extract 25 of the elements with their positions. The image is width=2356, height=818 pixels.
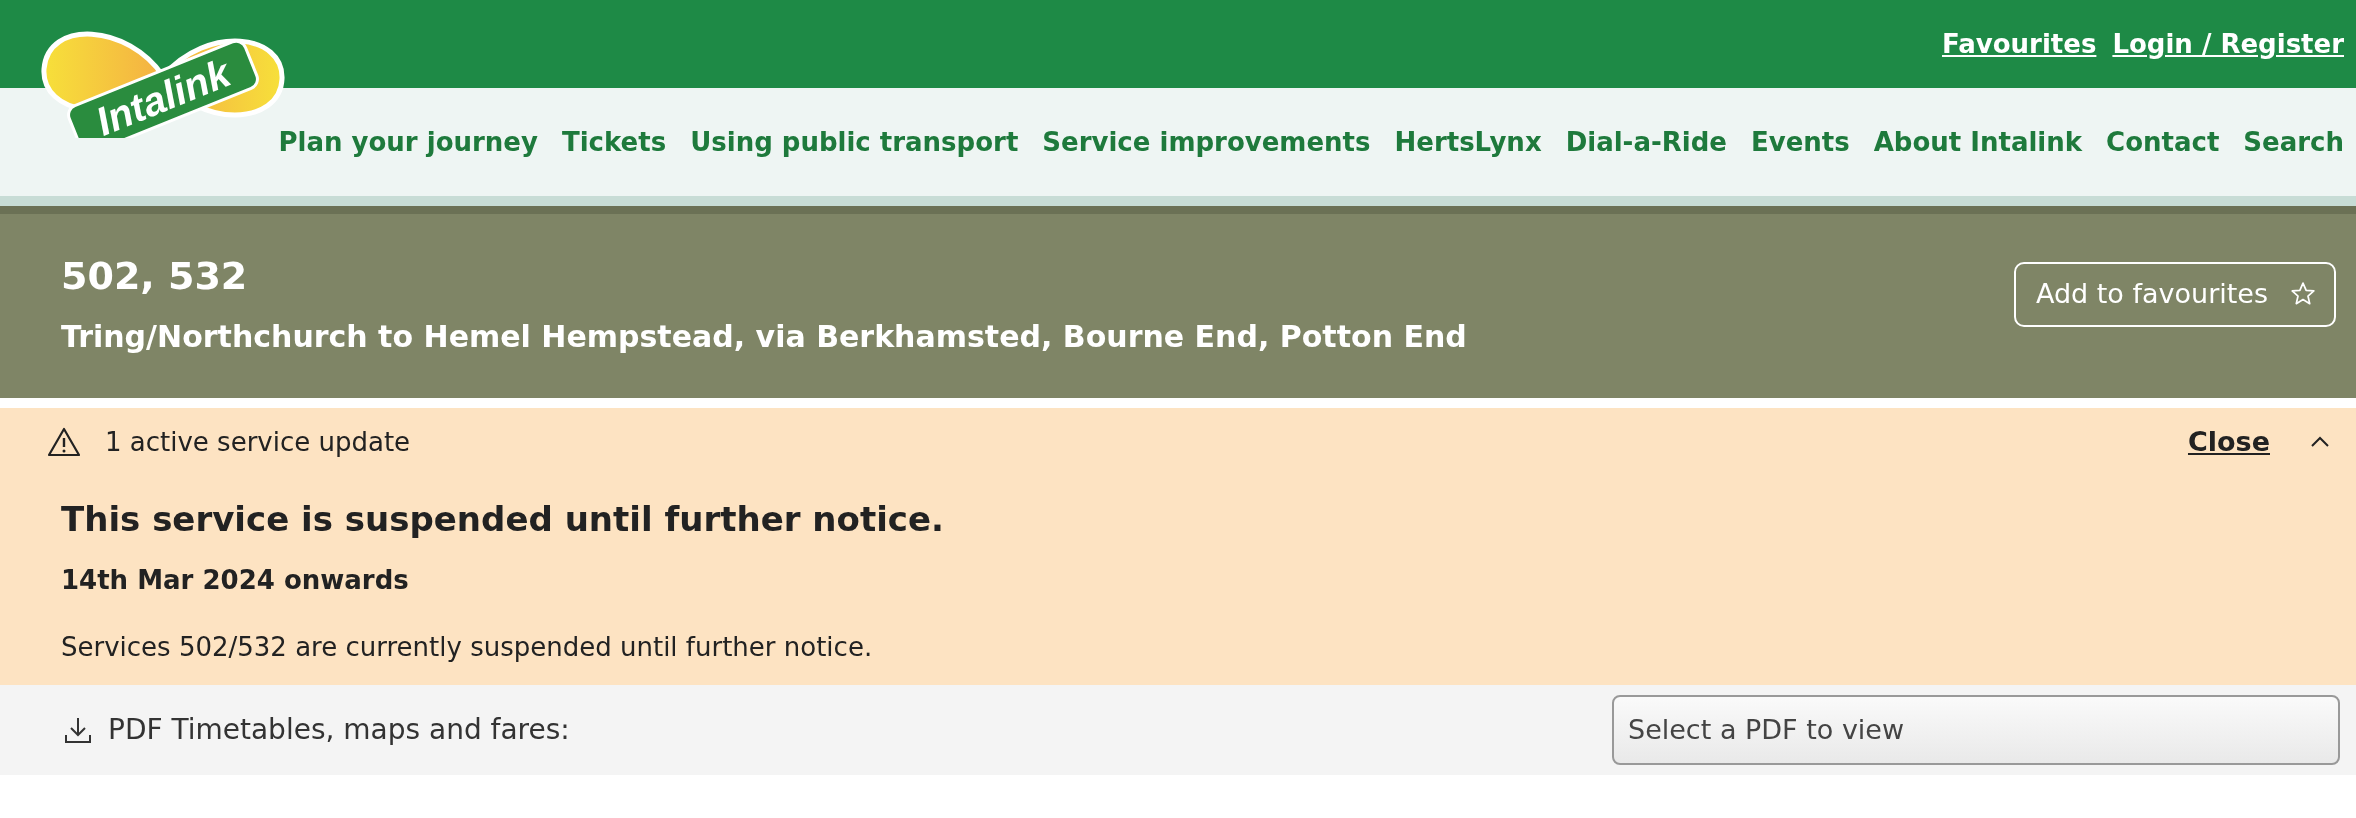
- route-number: 502, 532: [61, 254, 249, 300]
- close-link[interactable]: Close: [2188, 422, 2270, 463]
- route-description: Tring/Northchurch to Hemel Hempstead, via Berkhamsted, Bourne End, Potton End: [61, 317, 1467, 356]
- nav-link[interactable]: Contact: [2106, 122, 2220, 162]
- pdf-label: PDF Timetables, maps and fares:: [108, 712, 570, 749]
- nav-link[interactable]: Using public transport: [690, 122, 1019, 162]
- pdf-select[interactable]: Select a PDF to view: [1612, 695, 2340, 766]
- header-link[interactable]: Favourites: [1942, 24, 2097, 64]
- update-summary: 1 active service update: [105, 425, 411, 459]
- warning-icon: [47, 427, 81, 458]
- favourite-button[interactable]: Add to favourites: [2013, 262, 2336, 327]
- nav-link[interactable]: Plan your journey: [278, 122, 538, 162]
- update-date: 14th Mar 2024 onwards: [61, 564, 410, 598]
- chevron-up-icon[interactable]: [2310, 436, 2330, 449]
- nav-link[interactable]: About Intalink: [1873, 122, 2083, 162]
- download-icon: [64, 716, 92, 745]
- nav-link[interactable]: Tickets: [561, 122, 667, 162]
- nav-link[interactable]: Dial-a-Ride: [1565, 122, 1727, 162]
- nav-link[interactable]: Events: [1750, 122, 1850, 162]
- nav-link[interactable]: Service improvements: [1042, 122, 1371, 162]
- update-heading: This service is suspended until further notice.: [61, 498, 945, 540]
- nav-link[interactable]: Search: [2243, 122, 2344, 162]
- nav-link[interactable]: HertsLynx: [1394, 122, 1542, 162]
- update-text: Services 502/532 are currently suspended until further notice.: [61, 631, 874, 665]
- header-link[interactable]: Login / Register: [2112, 24, 2344, 64]
